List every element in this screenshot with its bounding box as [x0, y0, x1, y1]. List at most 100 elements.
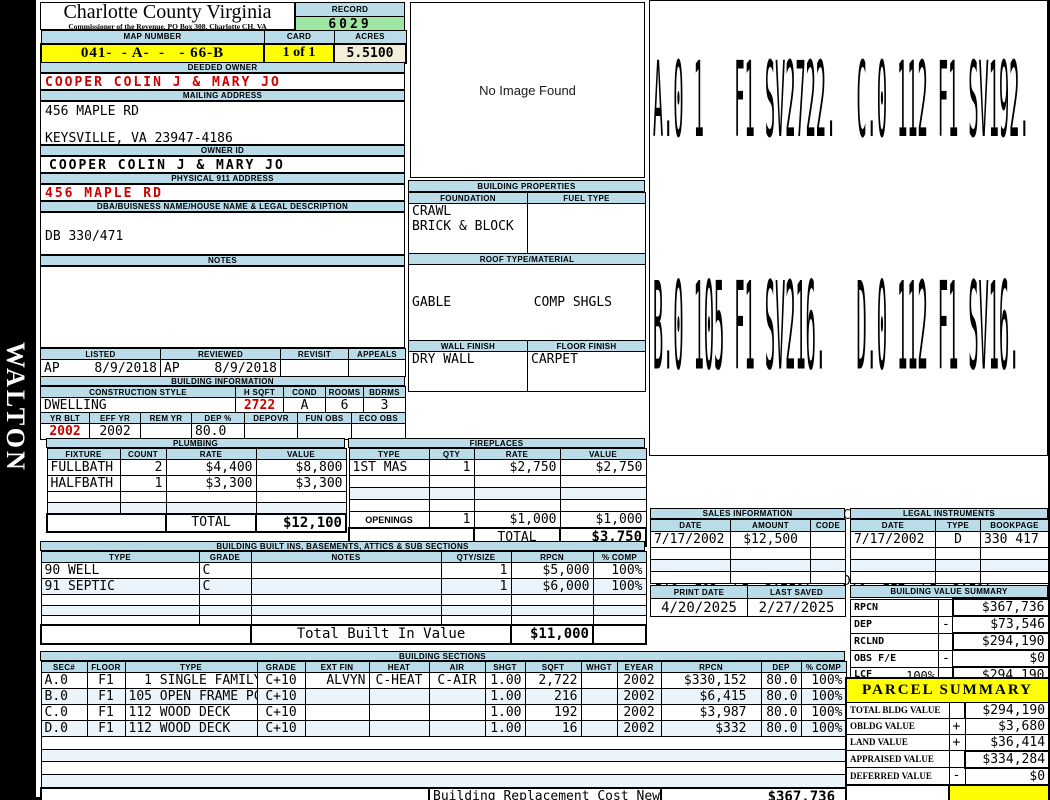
construction-style-label: CONSTRUCTION STYLE [40, 386, 236, 398]
dep-label: DEP % [191, 412, 245, 424]
plumbing-table: FIXTURE COUNT RATE VALUE FULLBATH 2 $4,40… [46, 448, 347, 533]
parcel-summary: PARCEL SUMMARY TOTAL BLDG VALUE $294,190… [845, 677, 1050, 800]
value-summary-row: RCLND $294,190 [850, 632, 1050, 651]
owner-id-header: OWNER ID [40, 145, 405, 156]
builtins-total-label: Total Built In Value [250, 623, 512, 645]
ecoobs-label: ECO OBS [351, 412, 406, 424]
no-image-text: No Image Found [479, 82, 576, 98]
value-summary-header: BUILDING VALUE SUMMARY [850, 585, 1048, 598]
dba-header: DBA/BUISNESS NAME/HOUSE NAME & LEGAL DES… [40, 201, 405, 212]
sections-header: BUILDING SECTIONS [40, 651, 845, 661]
deeded-owner-header: DEEDED OWNER [40, 62, 405, 73]
revisit-label: REVISIT [280, 348, 349, 360]
hsqft-label: H SQFT [235, 386, 284, 398]
building-info-table1: CONSTRUCTION STYLE H SQFT COND ROOMS BDR… [40, 386, 406, 414]
sales-table: DATE AMOUNT CODE 7/17/2002 $12,500 [650, 519, 846, 584]
record-label: RECORD [295, 2, 405, 17]
reviewed-value: AP 8/9/2018 [160, 359, 281, 377]
section-row: D.0 F1 112 WOOD DECK C+10 1.00 16 2002 $332 … [40, 720, 847, 737]
roof-label: ROOF TYPE/MATERIAL [408, 253, 646, 265]
funobs-label: FUN OBS [297, 412, 352, 424]
owner-id-value: COOPER COLIN J & MARY JO [40, 156, 405, 173]
sections-table: SEC# FLOOR TYPE GRADE EXT FIN HEAT AIR SHGT … [40, 661, 847, 800]
roof-value: GABLE COMP SHGLS [408, 264, 646, 341]
depovr-label: DEPOVR [244, 412, 298, 424]
parcel-row: APPRAISED VALUE $334,284 [845, 749, 1050, 769]
plumbing-header: PLUMBING [46, 438, 345, 448]
bdrms-label: BDRMS [363, 386, 406, 398]
value-summary-table: RPCN $367,736 DEP - $73,546 RCLND $294,1… [850, 598, 1050, 685]
taxable-value: $334,284 [947, 783, 1050, 800]
remyr-label: REM YR [140, 412, 192, 424]
building-info-header: BUILDING INFORMATION [40, 376, 405, 386]
value-summary-row: OBS F/E - $0 [850, 649, 1049, 668]
fuel-label: FUEL TYPE [527, 192, 646, 204]
county-title: Charlotte County Virginia [63, 1, 272, 23]
last-saved-value: 2/27/2025 [747, 598, 846, 617]
plumbing-row: FULLBATH 2 $4,400 $8,800 [46, 459, 347, 476]
wall-finish-label: WALL FINISH [408, 340, 528, 352]
plumbing-total-label: TOTAL [165, 512, 257, 533]
foundation-value: CRAWL BRICK & BLOCK [408, 203, 528, 254]
visits-table: LISTED REVIEWED REVISIT APPEALS AP 8/9/20… [40, 348, 406, 377]
print-date-value: 4/20/2025 [650, 598, 748, 617]
acres-value: 5.5100 [333, 42, 407, 64]
builtin-row: 90 WELL C 1 $5,000 100% [40, 562, 647, 579]
listed-label: LISTED [40, 348, 161, 360]
building-info-table2: YR BLT EFF YR REM YR DEP % DEPOVR FUN OB… [40, 412, 406, 440]
listed-value: AP 8/9/2018 [40, 359, 161, 377]
county-title-box: Charlotte County Virginia Commissioner o… [40, 1, 295, 31]
physical-address-value: 456 MAPLE RD [40, 184, 405, 201]
legal-row: 7/17/2002 D 330 417 [850, 531, 1049, 548]
section-row: C.0 F1 112 WOOD DECK C+10 1.00 192 2002 $3,9… [40, 704, 847, 721]
replacement-cost-value: $367,736 [660, 786, 847, 800]
floor-finish-label: FLOOR FINISH [527, 340, 646, 352]
map-card-acres-table: MAP NUMBER CARD ACRES 041- - A- - - 66-B… [40, 30, 407, 64]
record-box: RECORD 6029 [295, 2, 405, 33]
plumbing-total-value: $12,100 [255, 512, 347, 533]
replacement-cost-label: Building Replacement Cost New [428, 786, 662, 800]
section-row: B.0 F1 105 OPEN FRAME PCH C+10 1.00 216 200… [40, 688, 847, 705]
deeded-owner-value: COOPER COLIN J & MARY JO [40, 73, 405, 90]
dates-table: PRINT DATE LAST SAVED 4/20/2025 2/27/202… [650, 585, 846, 617]
value-summary-row: RPCN $367,736 [850, 598, 1050, 617]
card-label: CARD [263, 30, 335, 44]
wall-finish-value: DRY WALL [408, 351, 528, 392]
parcel-summary-header: PARCEL SUMMARY [845, 677, 1050, 703]
builtins-total-value: $11,000 [510, 623, 594, 645]
appeals-value [348, 359, 406, 377]
fireplaces-header: FIREPLACES [348, 438, 645, 448]
reviewed-label: REVIEWED [160, 348, 281, 360]
revisit-value [280, 359, 349, 377]
map-number-label: MAP NUMBER [40, 30, 265, 44]
section-row: A.0 F1 1 SINGLE FAMILY C+10 ALVYN C-HEAT C-… [40, 672, 847, 689]
walton-watermark: WALTON [1, 342, 30, 473]
mailing-line1: 456 MAPLE RD [45, 104, 139, 119]
builtin-row: 91 SEPTIC C 1 $6,000 100% [40, 578, 647, 595]
fuel-value [527, 203, 646, 254]
taxable-value-label: TAXABLE VALUE [845, 783, 950, 800]
legal-header: LEGAL INSTRUMENTS [850, 508, 1048, 519]
sale-row: 7/17/2002 $12,500 [650, 531, 846, 548]
foundation-label: FOUNDATION [408, 192, 528, 204]
last-saved-label: LAST SAVED [747, 585, 846, 599]
no-image-box: No Image Found [410, 2, 645, 178]
builtins-table: TYPE GRADE NOTES QTY/SIZE RPCN % COMP 90… [40, 551, 647, 645]
yrblt-label: YR BLT [40, 412, 90, 424]
builtins-header: BUILDING BUILT INS, BASEMENTS, ATTICS & … [40, 541, 645, 551]
fireplace-openings-row: OPENINGS 1 $1,000 $1,000 [348, 511, 647, 529]
parcel-row: OBLDG VALUE + $3,680 [845, 717, 1050, 735]
plumbing-row: HALFBATH 1 $3,300 $3,300 [46, 475, 347, 492]
map-number-value: 041- - A- - - 66-B [40, 42, 265, 64]
rooms-label: ROOMS [325, 386, 364, 398]
property-record-card: WALTON Charlotte County Virginia Commiss… [0, 0, 1050, 800]
value-summary-row: DEP - $73,546 [850, 615, 1049, 634]
building-properties-table: FOUNDATION FUEL TYPE CRAWL BRICK & BLOCK … [408, 192, 646, 392]
sales-header: SALES INFORMATION [650, 508, 845, 519]
card-value: 1 of 1 [263, 42, 335, 64]
floor-finish-value: CARPET [527, 351, 646, 392]
cond-label: COND [283, 386, 326, 398]
acres-label: ACRES [333, 30, 407, 44]
parcel-row: DEFERRED VALUE - $0 [845, 767, 1050, 785]
notes-header: NOTES [40, 255, 405, 266]
